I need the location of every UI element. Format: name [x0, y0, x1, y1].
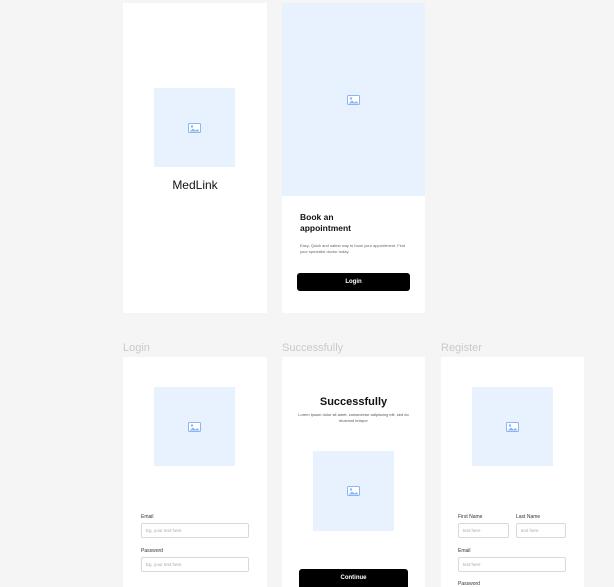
onboarding-frame: Book an appointment Easy, Quick and safe… — [282, 3, 425, 313]
image-icon — [188, 421, 201, 432]
app-name: MedLink — [172, 178, 218, 192]
first-name-field[interactable]: text here — [458, 523, 509, 538]
success-frame-label: Successfully — [282, 342, 344, 354]
splash-image-placeholder — [154, 88, 235, 167]
continue-button[interactable]: Continue — [299, 569, 408, 587]
success-image-placeholder — [313, 451, 394, 531]
login-frame-label: Login — [123, 342, 150, 354]
register-frame-label: Register — [441, 342, 482, 354]
onboarding-description: Easy, Quick and safest way to book your … — [300, 243, 406, 254]
success-title: Successfully — [319, 396, 388, 408]
image-icon — [188, 122, 201, 133]
onboarding-heading: Book an appointment — [300, 212, 351, 233]
register-image-placeholder — [472, 387, 553, 466]
image-icon — [506, 421, 519, 432]
success-description: Lorem ipsum dolor sit amet, consectetur … — [298, 412, 409, 423]
success-frame: Successfully Lorem ipsum dolor sit amet,… — [282, 357, 425, 587]
onboarding-hero-placeholder — [282, 3, 425, 196]
splash-frame: MedLink — [123, 3, 267, 313]
image-icon — [347, 94, 360, 105]
login-image-placeholder — [154, 387, 235, 466]
last-name-label: Last Name — [516, 514, 541, 520]
register-email-label: Email — [458, 548, 471, 554]
register-frame: First Name text here Last Name text here… — [441, 357, 584, 587]
last-name-field[interactable]: text here — [516, 523, 566, 538]
login-frame: Email Eg. your text here Password Eg. yo… — [123, 357, 267, 587]
password-field[interactable]: Eg. your text here — [141, 557, 249, 572]
image-icon — [347, 486, 360, 496]
first-name-label: First Name — [458, 514, 483, 520]
register-email-field[interactable]: text here — [458, 557, 566, 572]
password-label: Password — [141, 548, 163, 554]
register-password-label: Password — [458, 581, 480, 587]
email-field[interactable]: Eg. your text here — [141, 523, 249, 538]
login-button[interactable]: Login — [297, 273, 410, 291]
email-label: Email — [141, 514, 154, 520]
